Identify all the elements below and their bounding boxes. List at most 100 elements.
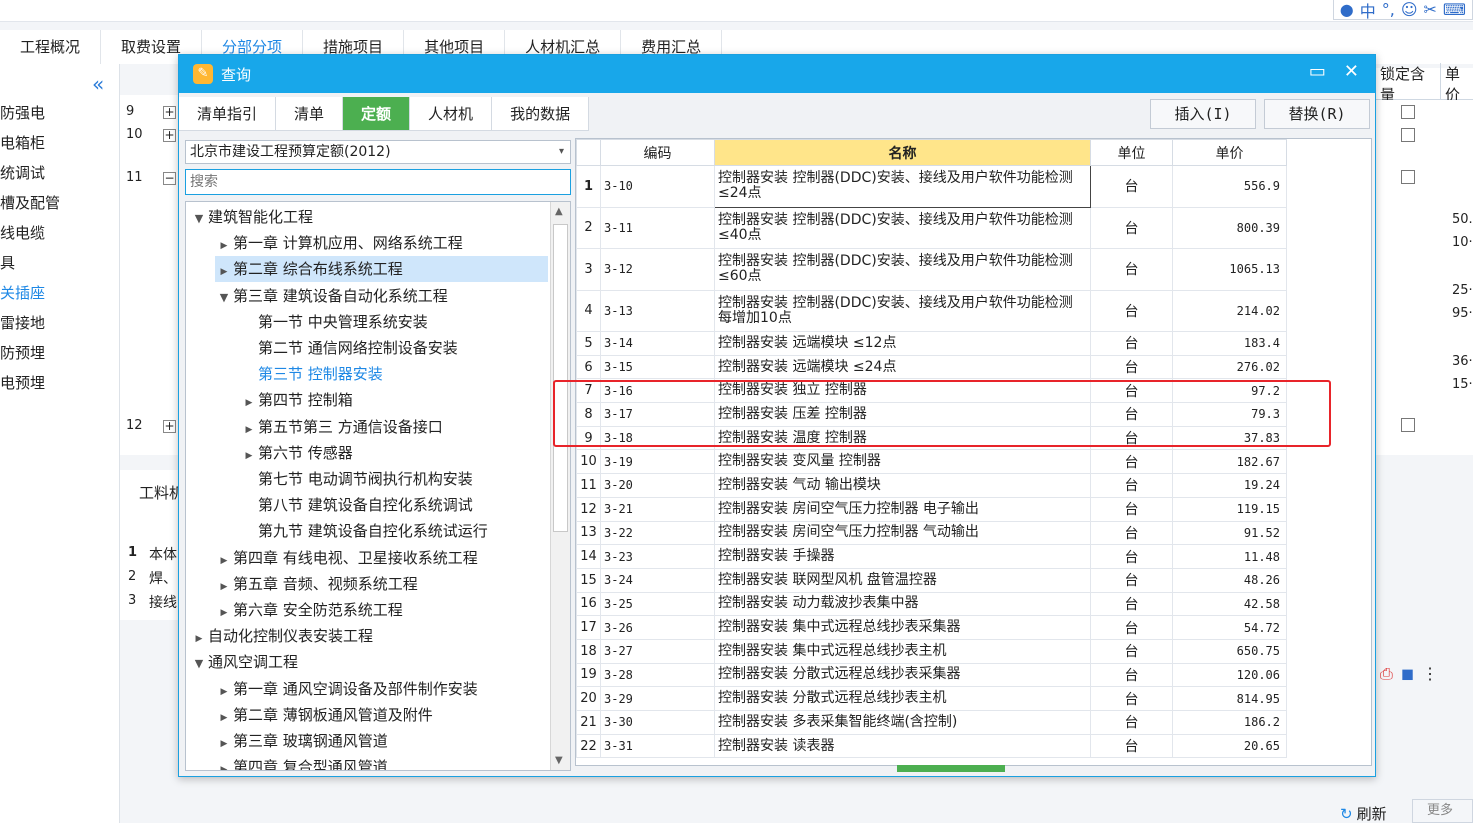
table-row[interactable]: 22 3-31 控制器安装 读表器台 20.65 [576, 733, 1287, 759]
tree-node[interactable]: ▶ 第一章 计算机应用、网络系统工程 [215, 230, 463, 256]
dialog-tab[interactable]: 清单 [276, 97, 344, 131]
tree-caret-icon[interactable]: ▶ [215, 731, 233, 757]
scroll-up-icon[interactable]: ▲ [555, 206, 563, 217]
user-icon[interactable]: ◼ [1401, 664, 1414, 684]
tree-node[interactable]: ▶ 第五章 音频、视频系统工程 [215, 571, 418, 597]
tree-node[interactable]: ▶ 第三章 玻璃钢通风管道 [215, 728, 388, 754]
collapse-left-icon[interactable]: « [92, 72, 104, 96]
table-row[interactable]: 3 3-12 控制器安装 控制器(DDC)安装、接线及用户软件功能检测 ≤60点台 1… [576, 248, 1287, 291]
ime-toolbar[interactable]: ● 中 °, ☺ ✂ ⌨ [1332, 0, 1473, 22]
tree-node[interactable]: ▶ 自动化控制仪表安装工程 [190, 623, 373, 649]
ime-keyboard-icon[interactable]: ⌨ [1443, 0, 1466, 19]
tree-node[interactable]: 第七节 电动调节阀执行机构安装 [240, 466, 473, 492]
ime-punct-icon[interactable]: °, [1382, 0, 1395, 19]
table-row[interactable]: 5 3-14 控制器安装 远端模块 ≤12点台 183.4 [576, 331, 1287, 356]
left-nav-item[interactable]: 防预埋 [0, 342, 45, 363]
tree-node[interactable]: ▶ 第五节第三 方通信设备接口 [240, 414, 443, 440]
ime-lang-icon[interactable]: 中 [1360, 0, 1376, 22]
tree-node[interactable]: ▶ 第四章 复合型通风管道 [215, 754, 388, 770]
ime-user-icon[interactable]: ● [1340, 0, 1354, 19]
table-row[interactable]: 16 3-25 控制器安装 动力载波抄表集中器台 42.58 [576, 591, 1287, 617]
tree-caret-icon[interactable]: ▶ [240, 443, 258, 469]
splitter-handle[interactable] [897, 765, 1005, 772]
table-row[interactable]: 21 3-30 控制器安装 多表采集智能终端(含控制) 台 186.2 [576, 710, 1287, 735]
tree-node[interactable]: 第三节 控制器安装 [240, 361, 383, 387]
table-row[interactable]: 20 3-29 控制器安装 分散式远程总线抄表主机台 814.95 [576, 686, 1287, 711]
table-row[interactable]: 14 3-23 控制器安装 手操器台 11.48 [576, 544, 1287, 569]
tree-node[interactable]: ▶ 第六节 传感器 [240, 440, 353, 466]
expand-toggle-icon[interactable]: + [163, 129, 176, 142]
dialog-tab[interactable]: 人材机 [410, 97, 493, 131]
table-row[interactable]: 1 3-10 控制器安装 控制器(DDC)安装、接线及用户软件功能检测 ≤24点台 5… [576, 165, 1287, 208]
tree-node[interactable]: ▶ 第二章 综合布线系统工程 [215, 256, 548, 285]
tree-node[interactable]: ▼ 建筑智能化工程 [190, 204, 313, 230]
table-row[interactable]: 19 3-28 控制器安装 分散式远程总线抄表采集器台 120.06 [576, 662, 1287, 688]
tree-node[interactable]: ▶ 第六章 安全防范系统工程 [215, 597, 403, 623]
scroll-down-icon[interactable]: ▼ [555, 755, 563, 766]
table-row[interactable]: 18 3-27 控制器安装 集中式远程总线抄表主机台 650.75 [576, 638, 1287, 664]
table-row[interactable]: 6 3-15 控制器安装 远端模块 ≤24点台 276.02 [576, 354, 1287, 380]
more-button[interactable]: 更多>> [1412, 799, 1473, 823]
search-input[interactable] [185, 169, 571, 195]
tree-caret-icon[interactable]: ▶ [215, 679, 233, 705]
expand-toggle-icon[interactable]: + [163, 106, 176, 119]
table-row[interactable]: 4 3-13 控制器安装 控制器(DDC)安装、接线及用户软件功能检测 每增加10点… [576, 289, 1287, 332]
code-header[interactable]: 编码 [600, 139, 715, 166]
maximize-icon[interactable]: ▭ [1309, 61, 1326, 82]
unit-header[interactable]: 单位 [1090, 139, 1173, 166]
tree-caret-icon[interactable]: ▶ [190, 626, 208, 652]
left-nav-item[interactable]: 防强电 [0, 102, 45, 123]
left-nav-item[interactable]: 雷接地 [0, 312, 45, 333]
tree-caret-icon[interactable]: ▶ [215, 757, 233, 770]
lock-checkbox[interactable] [1401, 128, 1415, 142]
main-tab[interactable]: 工程概况 [0, 30, 102, 64]
tree-caret-icon[interactable]: ▶ [215, 548, 233, 574]
tree-node[interactable]: ▶ 第四节 控制箱 [240, 387, 353, 413]
tree-caret-icon[interactable]: ▶ [215, 233, 233, 259]
ime-emoji-icon[interactable]: ☺ [1401, 0, 1418, 19]
tree-node[interactable]: ▶ 第四章 有线电视、卫星接收系统工程 [215, 545, 478, 571]
tree-caret-icon[interactable]: ▶ [215, 574, 233, 600]
left-nav-item[interactable]: 关插座 [0, 282, 45, 303]
library-select[interactable]: 北京市建设工程预算定额(2012) ▾ [185, 140, 571, 164]
tree-caret-icon[interactable]: ▶ [240, 390, 258, 416]
lock-checkbox[interactable] [1401, 170, 1415, 184]
left-nav-item[interactable]: 线电缆 [0, 222, 45, 243]
tree-node[interactable]: ▶ 第二章 薄钢板通风管道及附件 [215, 702, 433, 728]
table-row[interactable]: 17 3-26 控制器安装 集中式远程总线抄表采集器台 54.72 [576, 615, 1287, 640]
ime-tools-icon[interactable]: ✂ [1424, 0, 1437, 19]
tree-caret-icon[interactable]: ▼ [215, 285, 233, 311]
lock-checkbox[interactable] [1401, 105, 1415, 119]
left-nav-item[interactable]: 具 [0, 252, 15, 273]
tree-caret-icon[interactable]: ▶ [215, 259, 233, 285]
close-icon[interactable]: ✕ [1344, 61, 1359, 82]
left-nav-item[interactable]: 电箱柜 [0, 132, 45, 153]
dialog-tab[interactable]: 我的数据 [492, 97, 590, 131]
tree-node[interactable]: ▼ 第三章 建筑设备自动化系统工程 [215, 283, 448, 309]
price-header[interactable]: 单价 [1172, 139, 1287, 166]
tree-caret-icon[interactable]: ▶ [215, 705, 233, 731]
more-icon[interactable]: ⋮ [1422, 664, 1438, 684]
table-row[interactable]: 2 3-11 控制器安装 控制器(DDC)安装、接线及用户软件功能检测 ≤40点台 8… [576, 206, 1287, 249]
expand-toggle-icon[interactable]: − [163, 172, 176, 185]
pdf-icon[interactable]: ⎙ [1380, 664, 1393, 684]
lock-checkbox[interactable] [1401, 418, 1415, 432]
left-nav-item[interactable]: 电预埋 [0, 372, 45, 393]
tree-node[interactable]: 第九节 建筑设备自控化系统试运行 [240, 518, 488, 544]
table-row[interactable]: 12 3-21 控制器安装 房间空气压力控制器 电子输出台 119.15 [576, 496, 1287, 522]
insert-button[interactable]: 插入(I) [1150, 99, 1256, 129]
table-row[interactable]: 15 3-24 控制器安装 联网型风机 盘管温控器台 48.26 [576, 567, 1287, 593]
scroll-thumb[interactable] [553, 224, 568, 532]
tree-caret-icon[interactable]: ▶ [215, 600, 233, 626]
replace-button[interactable]: 替换(R) [1264, 99, 1370, 129]
tree-node[interactable]: 第二节 通信网络控制设备安装 [240, 335, 458, 361]
tree-node[interactable]: ▼ 通风空调工程 [190, 649, 298, 675]
tree-node[interactable]: 第一节 中央管理系统安装 [240, 309, 428, 335]
left-nav-item[interactable]: 统调试 [0, 162, 45, 183]
table-row[interactable]: 11 3-20 控制器安装 气动 输出模块台 19.24 [576, 473, 1287, 498]
tree-caret-icon[interactable]: ▼ [190, 651, 208, 677]
dialog-titlebar[interactable]: ✎ 查询 ▭ ✕ [179, 55, 1375, 93]
table-row[interactable]: 13 3-22 控制器安装 房间空气压力控制器 气动输出台 91.52 [576, 520, 1287, 546]
expand-toggle-icon[interactable]: + [163, 420, 176, 433]
dialog-tab[interactable]: 定额 [343, 97, 411, 131]
